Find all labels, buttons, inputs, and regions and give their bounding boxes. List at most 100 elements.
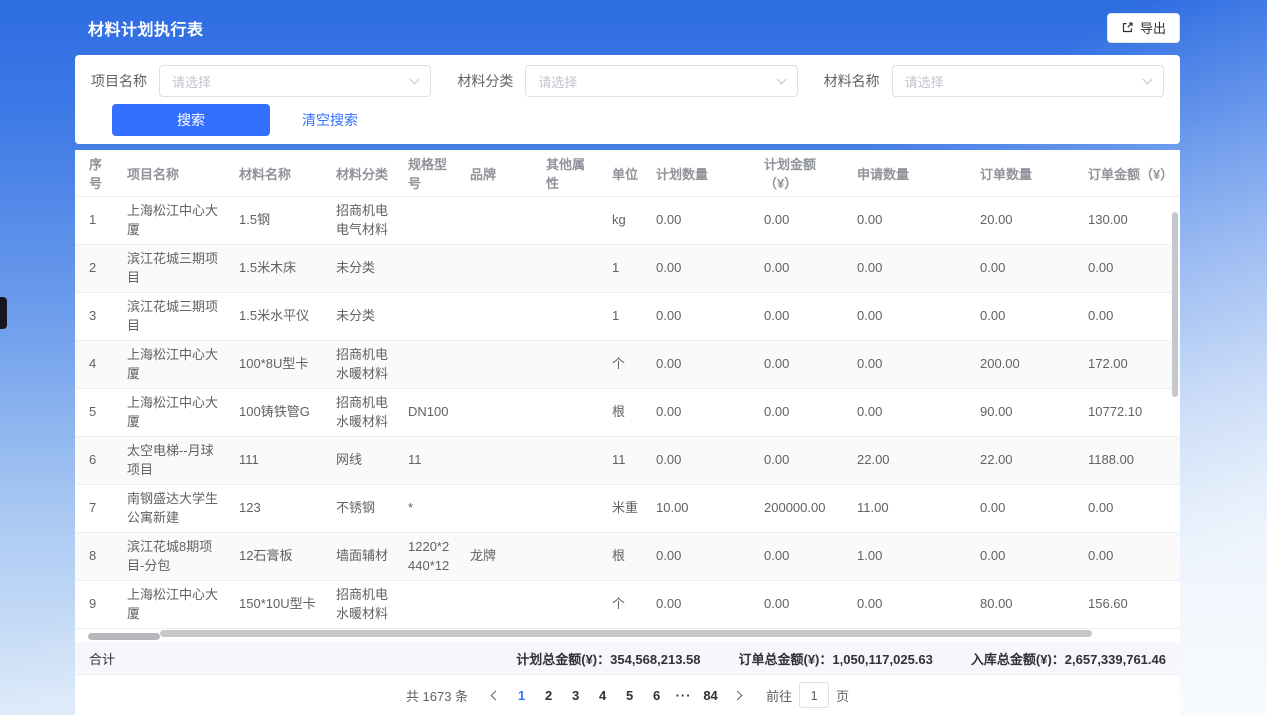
- material-category-placeholder: 请选择: [538, 72, 577, 91]
- horizontal-scrollbar-thumb[interactable]: [160, 630, 1092, 637]
- table-cell: 123: [231, 485, 328, 533]
- table-cell: [462, 581, 538, 629]
- table-cell: 米重: [604, 485, 648, 533]
- table-cell: [400, 245, 462, 293]
- material-category-label: 材料分类: [457, 71, 513, 91]
- column-header: 材料名称: [231, 150, 328, 197]
- table-cell: 0.00: [756, 293, 849, 341]
- table-cell: [538, 437, 604, 485]
- table-cell: 20.00: [972, 197, 1080, 245]
- side-drawer-handle[interactable]: [0, 297, 7, 329]
- table-cell: 网线: [328, 437, 400, 485]
- table-cell: 0.00: [648, 293, 756, 341]
- summary-totals: 计划总金额(¥)：354,568,213.58 订单总金额(¥)：1,050,1…: [516, 649, 1166, 668]
- table-cell: [400, 341, 462, 389]
- material-category-select[interactable]: 请选择: [525, 65, 797, 97]
- page-number-list: 123456···84: [508, 682, 724, 708]
- table-cell: 12石膏板: [231, 533, 328, 581]
- page-jumper: 前往 页: [766, 682, 849, 708]
- vertical-scrollbar-thumb[interactable]: [1172, 212, 1178, 397]
- table-cell: 0.00: [1080, 293, 1180, 341]
- table-cell: 9: [75, 581, 119, 629]
- table-body: 1上海松江中心大厦1.5钢招商机电电气材料kg0.000.000.0020.00…: [75, 197, 1180, 629]
- table-cell: [462, 389, 538, 437]
- table-cell: [538, 293, 604, 341]
- table-cell: 龙牌: [462, 533, 538, 581]
- table-row: 7南钢盛达大学生公寓新建123不锈钢*米重10.00200000.0011.00…: [75, 485, 1180, 533]
- table-cell: 0.00: [648, 245, 756, 293]
- page-button[interactable]: 6: [643, 682, 670, 708]
- prev-page-button[interactable]: [482, 682, 508, 708]
- table-cell: 10.00: [648, 485, 756, 533]
- table-cell: [538, 533, 604, 581]
- table-cell: 1.00: [849, 533, 972, 581]
- table-cell: 招商机电水暖材料: [328, 341, 400, 389]
- column-header: 其他属性: [538, 150, 604, 197]
- table-cell: 111: [231, 437, 328, 485]
- fixed-column-scrollbar-thumb[interactable]: [88, 633, 160, 640]
- page-button[interactable]: 2: [535, 682, 562, 708]
- project-name-select[interactable]: 请选择: [159, 65, 431, 97]
- table-cell: 130.00: [1080, 197, 1180, 245]
- page-button[interactable]: 4: [589, 682, 616, 708]
- page-button[interactable]: 84: [697, 682, 724, 708]
- table-cell: 0.00: [756, 437, 849, 485]
- page-ellipsis[interactable]: ···: [670, 688, 697, 703]
- page-jump-input[interactable]: [799, 682, 829, 708]
- summary-total-label: 合计: [89, 649, 115, 668]
- table-cell: 未分类: [328, 293, 400, 341]
- table-cell: 1188.00: [1080, 437, 1180, 485]
- table-cell: 4: [75, 341, 119, 389]
- page-button[interactable]: 3: [562, 682, 589, 708]
- project-name-placeholder: 请选择: [172, 72, 211, 91]
- table-cell: 1.5米木床: [231, 245, 328, 293]
- chevron-down-icon: [1143, 75, 1153, 85]
- table-cell: [538, 341, 604, 389]
- table-cell: 南钢盛达大学生公寓新建: [119, 485, 231, 533]
- inbound-total-amount: 入库总金额(¥)：2,657,339,761.46: [971, 649, 1166, 668]
- table-row: 6太空电梯--月球项目111网线11110.000.0022.0022.0011…: [75, 437, 1180, 485]
- table-cell: 1: [75, 197, 119, 245]
- table-cell: 3: [75, 293, 119, 341]
- search-button[interactable]: 搜索: [112, 104, 270, 136]
- material-name-select[interactable]: 请选择: [892, 65, 1164, 97]
- page-button[interactable]: 1: [508, 682, 535, 708]
- table-cell: DN100: [400, 389, 462, 437]
- column-header: 材料分类: [328, 150, 400, 197]
- table-cell: 0.00: [849, 389, 972, 437]
- table-cell: 0.00: [756, 197, 849, 245]
- table-cell: 1.5钢: [231, 197, 328, 245]
- table-cell: *: [400, 485, 462, 533]
- table-cell: 0.00: [648, 197, 756, 245]
- table-cell: 滨江花城三期项目: [119, 245, 231, 293]
- page-title: 材料计划执行表: [88, 16, 204, 40]
- table-cell: 90.00: [972, 389, 1080, 437]
- table-cell: [462, 485, 538, 533]
- table-cell: 0.00: [972, 293, 1080, 341]
- table-cell: 22.00: [972, 437, 1080, 485]
- chevron-right-icon: [732, 690, 742, 700]
- next-page-button[interactable]: [724, 682, 750, 708]
- column-header: 计划金额（¥）: [756, 150, 849, 197]
- page-button[interactable]: 5: [616, 682, 643, 708]
- table-cell: [538, 389, 604, 437]
- table-row: 5上海松江中心大厦100铸铁管G招商机电水暖材料DN100根0.000.000.…: [75, 389, 1180, 437]
- table-cell: 0.00: [972, 533, 1080, 581]
- pagination-total-count: 共 1673 条: [406, 686, 468, 705]
- table-cell: 11.00: [849, 485, 972, 533]
- export-button[interactable]: 导出: [1107, 13, 1180, 43]
- table-cell: 1.5米水平仪: [231, 293, 328, 341]
- clear-search-link[interactable]: 清空搜索: [302, 110, 358, 130]
- column-header: 单位: [604, 150, 648, 197]
- table-row: 2滨江花城三期项目1.5米木床未分类10.000.000.000.000.00: [75, 245, 1180, 293]
- table-cell: [538, 197, 604, 245]
- pagination: 共 1673 条 123456···84 前往 页: [75, 675, 1180, 715]
- table-row: 9上海松江中心大厦150*10U型卡招商机电水暖材料个0.000.000.008…: [75, 581, 1180, 629]
- planned-total-amount: 计划总金额(¥)：354,568,213.58: [516, 649, 700, 668]
- table-cell: [462, 437, 538, 485]
- table-cell: 0.00: [648, 533, 756, 581]
- table-cell: [462, 293, 538, 341]
- chevron-down-icon: [410, 75, 420, 85]
- table-cell: [462, 245, 538, 293]
- table-cell: 根: [604, 389, 648, 437]
